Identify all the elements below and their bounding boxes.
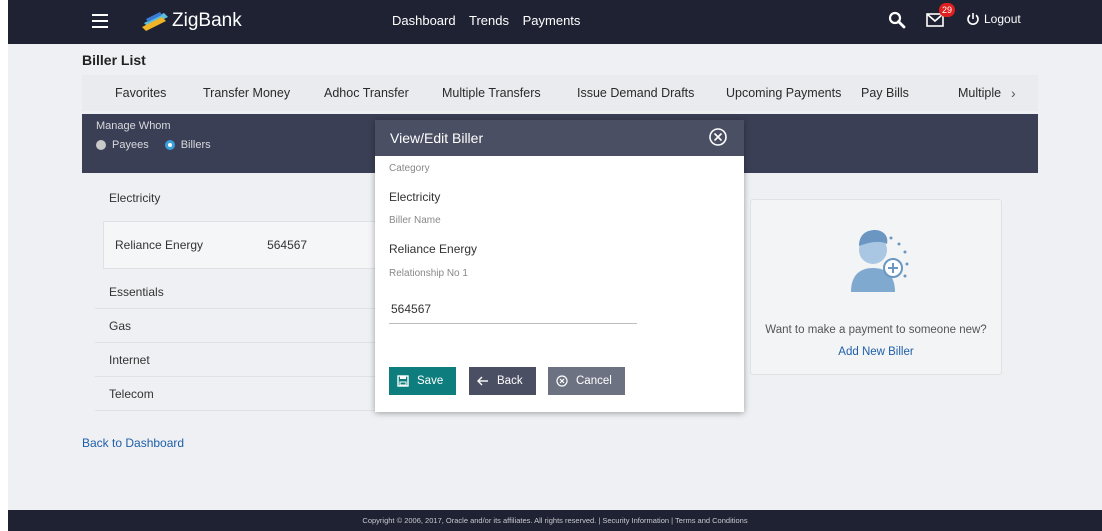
group-gas[interactable]: Gas [95, 309, 385, 343]
category-label: Category [389, 163, 430, 174]
close-icon[interactable] [708, 127, 728, 147]
top-nav: Dashboard Trends Payments [392, 13, 590, 28]
power-icon [967, 13, 979, 25]
page-title: Biller List [82, 52, 146, 68]
dialog-header: View/Edit Biller [375, 120, 744, 156]
group-essentials[interactable]: Essentials [95, 275, 385, 309]
payees-label[interactable]: Payees [112, 139, 149, 151]
add-new-biller-link[interactable]: Add New Biller [751, 346, 1001, 358]
biller-card[interactable]: Reliance Energy 564567 [103, 221, 385, 269]
tab-favorites[interactable]: Favorites [115, 86, 166, 100]
relationship-number-input[interactable] [389, 294, 637, 324]
logout-label: Logout [984, 12, 1021, 26]
group-internet[interactable]: Internet [95, 343, 385, 377]
transfer-tabs: Favorites Transfer Money Adhoc Transfer … [82, 75, 1038, 111]
chevron-right-icon[interactable]: › [1011, 85, 1016, 101]
tab-issue-demand-drafts[interactable]: Issue Demand Drafts [577, 86, 694, 100]
back-arrow-icon [477, 376, 488, 386]
menu-icon[interactable] [92, 14, 108, 28]
view-edit-biller-dialog: View/Edit Biller Category Electricity Bi… [375, 120, 744, 412]
tab-upcoming-payments[interactable]: Upcoming Payments [726, 86, 841, 100]
dialog-title: View/Edit Biller [390, 130, 484, 146]
biller-name-label: Biller Name [389, 215, 441, 226]
tab-multiple[interactable]: Multiple [958, 86, 1001, 100]
billers-label[interactable]: Billers [181, 139, 211, 151]
tab-multiple-transfers[interactable]: Multiple Transfers [442, 86, 541, 100]
logout-button[interactable]: Logout [966, 12, 1021, 26]
mail-count-badge: 29 [939, 3, 956, 17]
cancel-button[interactable]: Cancel [548, 367, 625, 395]
save-icon [397, 375, 409, 387]
add-person-icon [851, 230, 909, 292]
back-button[interactable]: Back [469, 367, 536, 395]
biller-name: Reliance Energy [115, 238, 204, 252]
brand-logo[interactable]: ZigBank [142, 9, 242, 33]
category-value: Electricity [389, 190, 441, 204]
nav-dashboard[interactable]: Dashboard [392, 13, 456, 28]
payees-radio[interactable] [96, 140, 106, 150]
app-name: ZigBank [172, 10, 242, 31]
group-electricity[interactable]: Electricity [95, 181, 385, 215]
manage-whom-label: Manage Whom [96, 120, 171, 132]
search-icon[interactable] [888, 11, 906, 29]
billers-radio[interactable] [164, 140, 175, 150]
zigbank-logo-icon [142, 12, 168, 31]
tab-pay-bills[interactable]: Pay Bills [861, 86, 909, 100]
biller-name-value: Reliance Energy [389, 242, 478, 256]
save-label: Save [417, 375, 444, 387]
app-frame: ZigBank Dashboard Trends Payments 29 Log… [8, 0, 1102, 531]
nav-payments[interactable]: Payments [523, 13, 581, 28]
nav-trends[interactable]: Trends [469, 13, 509, 28]
relationship-label: Relationship No 1 [389, 268, 468, 279]
footer: Copyright © 2006, 2017, Oracle and/or it… [8, 510, 1102, 531]
cancel-icon [556, 375, 568, 387]
tab-transfer-money[interactable]: Transfer Money [203, 86, 290, 100]
cancel-label: Cancel [576, 375, 612, 387]
biller-number: 564567 [267, 238, 308, 252]
back-label: Back [497, 375, 523, 387]
top-header: ZigBank Dashboard Trends Payments 29 Log… [8, 0, 1102, 44]
manage-radio-group: Payees Billers [96, 139, 227, 151]
save-button[interactable]: Save [389, 367, 456, 395]
new-payment-prompt: Want to make a payment to someone new? [765, 324, 987, 336]
back-to-dashboard-link[interactable]: Back to Dashboard [82, 436, 184, 450]
biller-groups: Electricity Reliance Energy 564567 Essen… [95, 181, 385, 411]
add-new-biller-card: Want to make a payment to someone new? A… [750, 199, 1002, 375]
tab-adhoc-transfer[interactable]: Adhoc Transfer [324, 86, 409, 100]
group-telecom[interactable]: Telecom [95, 377, 385, 411]
